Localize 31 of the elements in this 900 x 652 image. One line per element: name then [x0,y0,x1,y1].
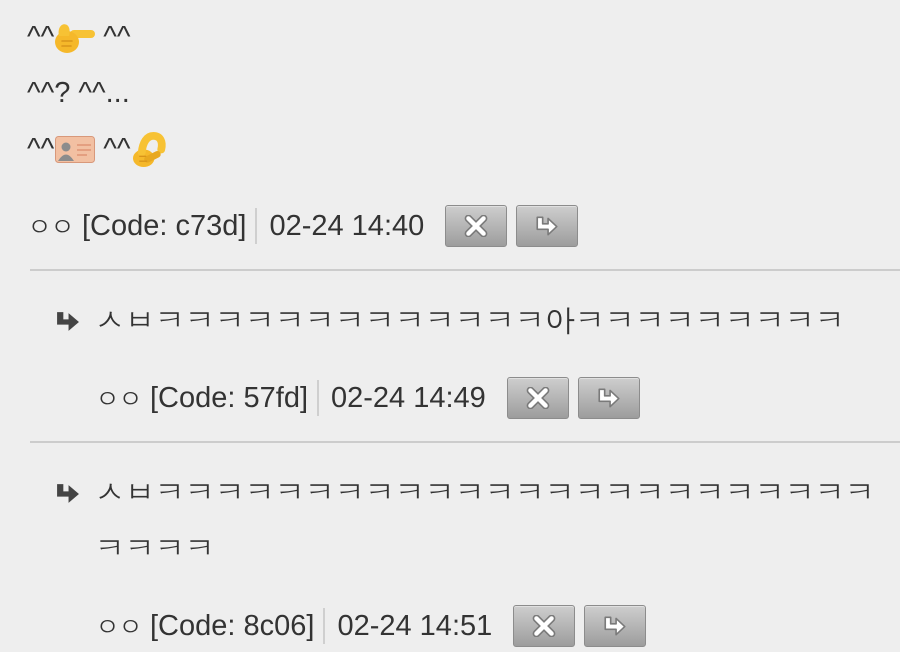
close-icon [531,615,558,637]
timestamp: 02-24 14:40 [269,210,424,242]
delete-button[interactable] [445,205,508,247]
reply-button[interactable] [516,205,578,247]
reply-arrow-icon [596,387,622,409]
reply-arrow-icon [534,215,560,237]
close-icon [463,215,490,237]
author-name: ㅇㅇ [27,212,73,242]
reply-arrow-icon [55,310,80,332]
author-name: ㅇㅇ [95,612,141,642]
delete-button[interactable] [513,605,576,647]
id-card-icon [55,136,96,162]
comment-text: ^^ [27,20,54,54]
user-code: [Code: 8c06] [150,610,314,642]
timestamp: 02-24 14:51 [337,610,492,642]
author-name: ㅇㅇ [95,384,141,414]
reply-text: ㅅㅂㅋㅋㅋㅋㅋㅋㅋㅋㅋㅋㅋㅋㅋ아ㅋㅋㅋㅋㅋㅋㅋㅋㅋ [95,303,846,339]
reply-arrow-icon [602,615,628,637]
comment-text: ^^ [27,132,54,166]
user-code: [Code: 57fd] [150,382,308,414]
close-icon [524,387,551,409]
comment-text: ^^ [102,20,130,54]
reply-arrow-icon [55,482,80,504]
comment-text: ^^ [102,132,130,166]
timestamp: 02-24 14:49 [331,382,486,414]
reply-button[interactable] [584,605,646,647]
delete-button[interactable] [506,377,569,419]
comment-text: ^^? ^^... [27,76,130,110]
user-code: [Code: c73d] [82,210,246,242]
reply-button[interactable] [578,377,640,419]
reply-text: ㅅㅂㅋㅋㅋㅋㅋㅋㅋㅋㅋㅋㅋㅋㅋㅋㅋㅋㅋㅋㅋㅋㅋㅋㅋㅋㅋㅋㅋㅋ [95,475,876,567]
